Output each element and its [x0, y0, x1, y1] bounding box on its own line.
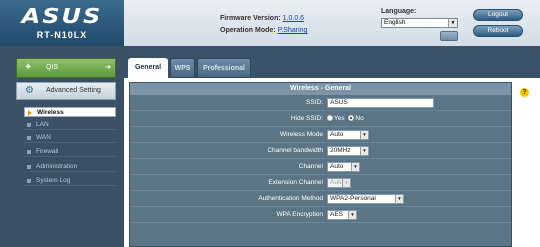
firmware-label: Firmware Version: — [220, 15, 281, 22]
authentication-method-value: WPA2-Personal — [330, 195, 376, 202]
qis-button[interactable]: ✦ QIS ➜ — [16, 58, 116, 78]
channel-bandwidth-label: Channel bandwidth — [267, 147, 323, 154]
chevron-down-icon: ▼ — [348, 211, 356, 219]
logout-button[interactable]: Logout — [473, 9, 523, 21]
extension-channel-select[interactable]: Auto ▼ — [327, 178, 351, 188]
language-select[interactable]: English ▼ — [381, 18, 458, 28]
panel-title: Wireless - General — [130, 83, 511, 95]
model-name: RT-N10LX — [36, 30, 88, 40]
channel-bandwidth-value: 20MHz — [330, 147, 351, 154]
wireless-mode-select[interactable]: Auto ▼ — [327, 130, 369, 140]
row-extension-channel: Extension Channel Auto ▼ — [130, 175, 511, 191]
language-label: Language: — [381, 8, 417, 15]
authentication-method-label: Authentication Method — [258, 195, 323, 202]
sidebar-item-label: System Log — [36, 177, 71, 184]
row-wpa-encryption: WPA Encryption AES ▼ — [130, 207, 511, 223]
sidebar-item-administration[interactable]: Administration — [24, 162, 116, 172]
channel-bandwidth-select[interactable]: 20MHz ▼ — [327, 146, 369, 156]
sidebar-item-system-log[interactable]: System Log — [24, 176, 116, 186]
hide-ssid-no-radio[interactable] — [348, 115, 355, 121]
sidebar-item-label: Firewall — [36, 148, 59, 155]
square-bullet-icon — [27, 165, 31, 169]
advanced-setting-header[interactable]: ⚙ Advanced Setting — [16, 82, 116, 100]
sidebar-item-wireless[interactable]: Wireless — [24, 107, 116, 117]
ssid-input[interactable]: ASUS — [327, 98, 434, 108]
hide-ssid-radio-group: Yes No — [327, 114, 364, 124]
chevron-down-icon: ▼ — [360, 131, 368, 139]
square-bullet-icon — [27, 136, 31, 140]
hide-ssid-yes-radio[interactable] — [327, 115, 333, 121]
opmode-label: Operation Mode: — [220, 27, 276, 34]
reboot-button[interactable]: Reboot — [473, 25, 523, 37]
wand-icon: ✦ — [24, 62, 33, 73]
square-bullet-icon — [27, 150, 31, 154]
advanced-setting-label: Advanced Setting — [46, 87, 101, 94]
square-bullet-icon — [27, 123, 31, 127]
channel-select[interactable]: Auto ▼ — [327, 162, 360, 172]
content-area: General WPS Professional Wireless - Gene… — [124, 46, 540, 247]
row-channel-bandwidth: Channel bandwidth 20MHz ▼ — [130, 143, 511, 159]
row-ssid: SSID: ASUS — [130, 95, 511, 111]
channel-value: Auto — [330, 163, 344, 170]
tab-bar: General WPS Professional — [124, 46, 540, 78]
chevron-down-icon: ▼ — [395, 195, 403, 203]
row-channel: Channel Auto ▼ — [130, 159, 511, 175]
sidebar-item-lan[interactable]: LAN — [24, 120, 116, 130]
extension-channel-label: Extension Channel — [268, 179, 323, 186]
hide-ssid-label: Hide SSID: — [290, 115, 323, 122]
sidebar-item-label: LAN — [36, 121, 49, 128]
sidebar-item-wan[interactable]: WAN — [24, 133, 116, 143]
ssid-label: SSID: — [306, 99, 323, 106]
tab-general[interactable]: General — [128, 58, 168, 78]
chevron-down-icon: ▼ — [351, 163, 359, 171]
header: ASUS RT-N10LX Firmware Version: 1.0.0.6 … — [0, 0, 540, 46]
wpa-encryption-value: AES — [330, 211, 344, 218]
row-hide-ssid: Hide SSID: Yes No — [130, 111, 511, 127]
sidebar-item-label: Wireless — [37, 109, 64, 116]
sidebar-item-label: WAN — [36, 134, 51, 141]
tab-wps[interactable]: WPS — [170, 58, 195, 78]
arrow-right-icon: ➜ — [105, 64, 111, 71]
logo-area: ASUS RT-N10LX — [0, 0, 124, 46]
row-wireless-mode: Wireless Mode Auto ▼ — [130, 127, 511, 143]
help-icon[interactable]: ? — [520, 88, 529, 97]
chevron-down-icon: ▼ — [448, 19, 457, 27]
row-authentication-method: Authentication Method WPA2-Personal ▼ — [130, 191, 511, 207]
chevron-down-icon: ▼ — [360, 147, 368, 155]
wireless-mode-value: Auto — [330, 131, 344, 138]
language-apply-button[interactable] — [440, 31, 458, 41]
wrench-icon: ⚙ — [25, 85, 34, 96]
wpa-encryption-select[interactable]: AES ▼ — [327, 210, 357, 220]
hide-ssid-no-label: No — [355, 115, 364, 122]
qis-label: QIS — [46, 64, 59, 71]
authentication-method-select[interactable]: WPA2-Personal ▼ — [327, 194, 404, 204]
wpa-encryption-label: WPA Encryption — [276, 211, 323, 218]
opmode-line: Operation Mode: P.Sharing — [220, 27, 307, 34]
square-bullet-icon — [27, 179, 31, 183]
language-value: English — [384, 19, 406, 26]
channel-label: Channel — [298, 163, 323, 170]
opmode-link[interactable]: P.Sharing — [278, 27, 308, 34]
tab-professional[interactable]: Professional — [197, 58, 251, 78]
asus-logo: ASUS — [21, 4, 103, 28]
wireless-mode-label: Wireless Mode — [280, 131, 323, 138]
sidebar-item-label: Administration — [36, 163, 78, 170]
firmware-link[interactable]: 1.0.0.6 — [283, 15, 304, 22]
sidebar-item-firewall[interactable]: Firewall — [24, 147, 116, 157]
sidebar: ✦ QIS ➜ ⚙ Advanced Setting Wireless LAN … — [0, 46, 124, 247]
firmware-line: Firmware Version: 1.0.0.6 — [220, 15, 304, 22]
chevron-down-icon: ▼ — [342, 179, 350, 187]
wireless-general-panel: Wireless - General SSID: ASUS Hide SSID:… — [129, 82, 512, 247]
arrow-bullet-icon — [28, 110, 32, 116]
hide-ssid-yes-label: Yes — [334, 115, 345, 122]
